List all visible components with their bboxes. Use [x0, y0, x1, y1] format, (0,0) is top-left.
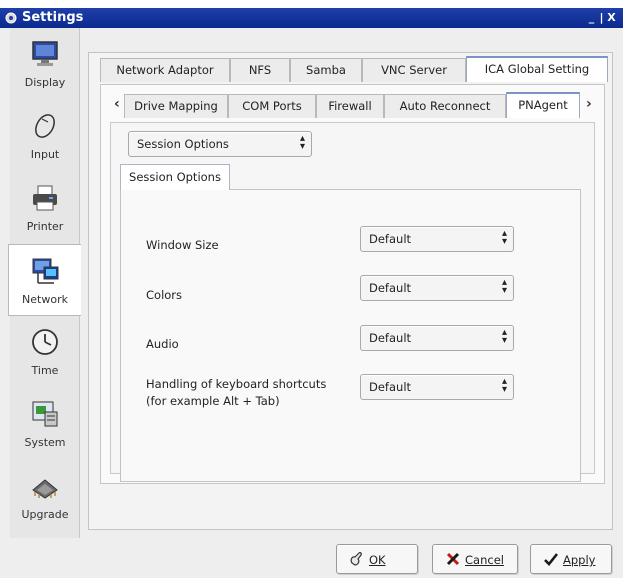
up-down-arrows-icon: ▴ ▾: [501, 228, 507, 247]
monitor-icon: [32, 41, 58, 66]
network-icon: [32, 258, 59, 284]
ok-button-label: OK: [369, 553, 386, 567]
nav-item-display[interactable]: Display: [10, 28, 80, 100]
window-size-value: Default: [369, 232, 412, 246]
tab-scroll-right-button[interactable]: ›: [586, 96, 592, 112]
nav-item-system[interactable]: System: [10, 388, 80, 460]
tab-samba[interactable]: Samba: [290, 58, 362, 82]
up-down-arrows-icon: ▴ ▾: [299, 133, 305, 152]
nav-label-upgrade: Upgrade: [21, 508, 69, 521]
mouse-icon: [35, 114, 55, 138]
window-size-select[interactable]: Default ▴ ▾: [360, 226, 514, 252]
tab-session-options[interactable]: Session Options: [120, 164, 230, 190]
system-icon: [32, 401, 58, 427]
tab-nfs[interactable]: NFS: [230, 58, 290, 82]
top-tab-bar: Network Adaptor NFS Samba VNC Server ICA…: [100, 56, 610, 82]
tab-network-adaptor[interactable]: Network Adaptor: [100, 58, 230, 82]
tab-scroll-left-button[interactable]: ‹: [114, 96, 120, 112]
nav-label-system: System: [24, 436, 66, 449]
tab-drive-mapping[interactable]: Drive Mapping: [124, 94, 228, 118]
ok-button[interactable]: OK: [336, 544, 418, 574]
audio-label: Audio: [146, 337, 179, 351]
nav-item-time[interactable]: Time: [10, 316, 80, 388]
tab-pnagent[interactable]: PNAgent: [506, 92, 580, 118]
section-select-value: Session Options: [137, 137, 229, 151]
nav-item-network[interactable]: Network: [8, 244, 81, 316]
up-down-arrows-icon: ▴ ▾: [501, 277, 507, 296]
title-bar[interactable]: Settings _ | X: [0, 8, 623, 28]
sub-tab-bar: Drive Mapping COM Ports Firewall Auto Re…: [124, 92, 584, 118]
cancel-button-label: Cancel: [465, 553, 504, 567]
tab-vnc-server[interactable]: VNC Server: [362, 58, 466, 82]
nav-item-printer[interactable]: Printer: [10, 172, 80, 244]
nav-label-time: Time: [31, 364, 59, 377]
up-down-arrows-icon: ▴ ▾: [501, 376, 507, 395]
category-sidebar: Display Input Printer Network Time Syste…: [8, 28, 81, 538]
printer-icon: [33, 185, 57, 211]
tab-auto-reconnect[interactable]: Auto Reconnect: [384, 94, 506, 118]
cancel-button[interactable]: Cancel: [432, 544, 518, 574]
minimize-button[interactable]: _: [587, 11, 597, 24]
settings-gear-icon: [5, 12, 17, 24]
colors-value: Default: [369, 281, 412, 295]
colors-label: Colors: [146, 288, 183, 302]
nav-label-printer: Printer: [26, 220, 64, 233]
keyboard-shortcuts-value: Default: [369, 380, 412, 394]
close-button[interactable]: X: [607, 11, 617, 24]
window-controls[interactable]: _ | X: [587, 11, 617, 24]
up-down-arrows-icon: ▴ ▾: [501, 327, 507, 346]
apply-button-label: Apply: [563, 553, 596, 567]
nav-item-input[interactable]: Input: [10, 100, 80, 172]
clock-icon: [32, 329, 58, 355]
keyboard-shortcuts-label: Handling of keyboard shortcuts: [146, 377, 327, 391]
ok-hand-icon: [350, 552, 362, 566]
keyboard-shortcuts-example: (for example Alt + Tab): [146, 394, 280, 408]
tab-firewall[interactable]: Firewall: [316, 94, 384, 118]
tab-com-ports[interactable]: COM Ports: [228, 94, 316, 118]
section-select[interactable]: Session Options ▴ ▾: [128, 131, 312, 157]
nav-label-network: Network: [22, 293, 68, 306]
colors-select[interactable]: Default ▴ ▾: [360, 275, 514, 301]
window-title: Settings: [22, 10, 84, 25]
apply-button[interactable]: Apply: [530, 544, 612, 574]
audio-select[interactable]: Default ▴ ▾: [360, 325, 514, 351]
nav-item-upgrade[interactable]: Upgrade: [10, 460, 80, 532]
nav-label-input: Input: [30, 148, 60, 161]
nav-label-display: Display: [24, 76, 66, 89]
settings-window: Settings _ | X Display Input Printer Net…: [0, 0, 623, 578]
keyboard-shortcuts-select[interactable]: Default ▴ ▾: [360, 374, 514, 400]
checkmark-icon: [544, 553, 559, 566]
audio-value: Default: [369, 331, 412, 345]
restore-button[interactable]: |: [597, 11, 607, 24]
chip-icon: [32, 479, 58, 499]
window-size-label: Window Size: [146, 238, 219, 252]
x-icon: [446, 552, 460, 566]
tab-ica-global-setting[interactable]: ICA Global Setting: [466, 56, 608, 82]
